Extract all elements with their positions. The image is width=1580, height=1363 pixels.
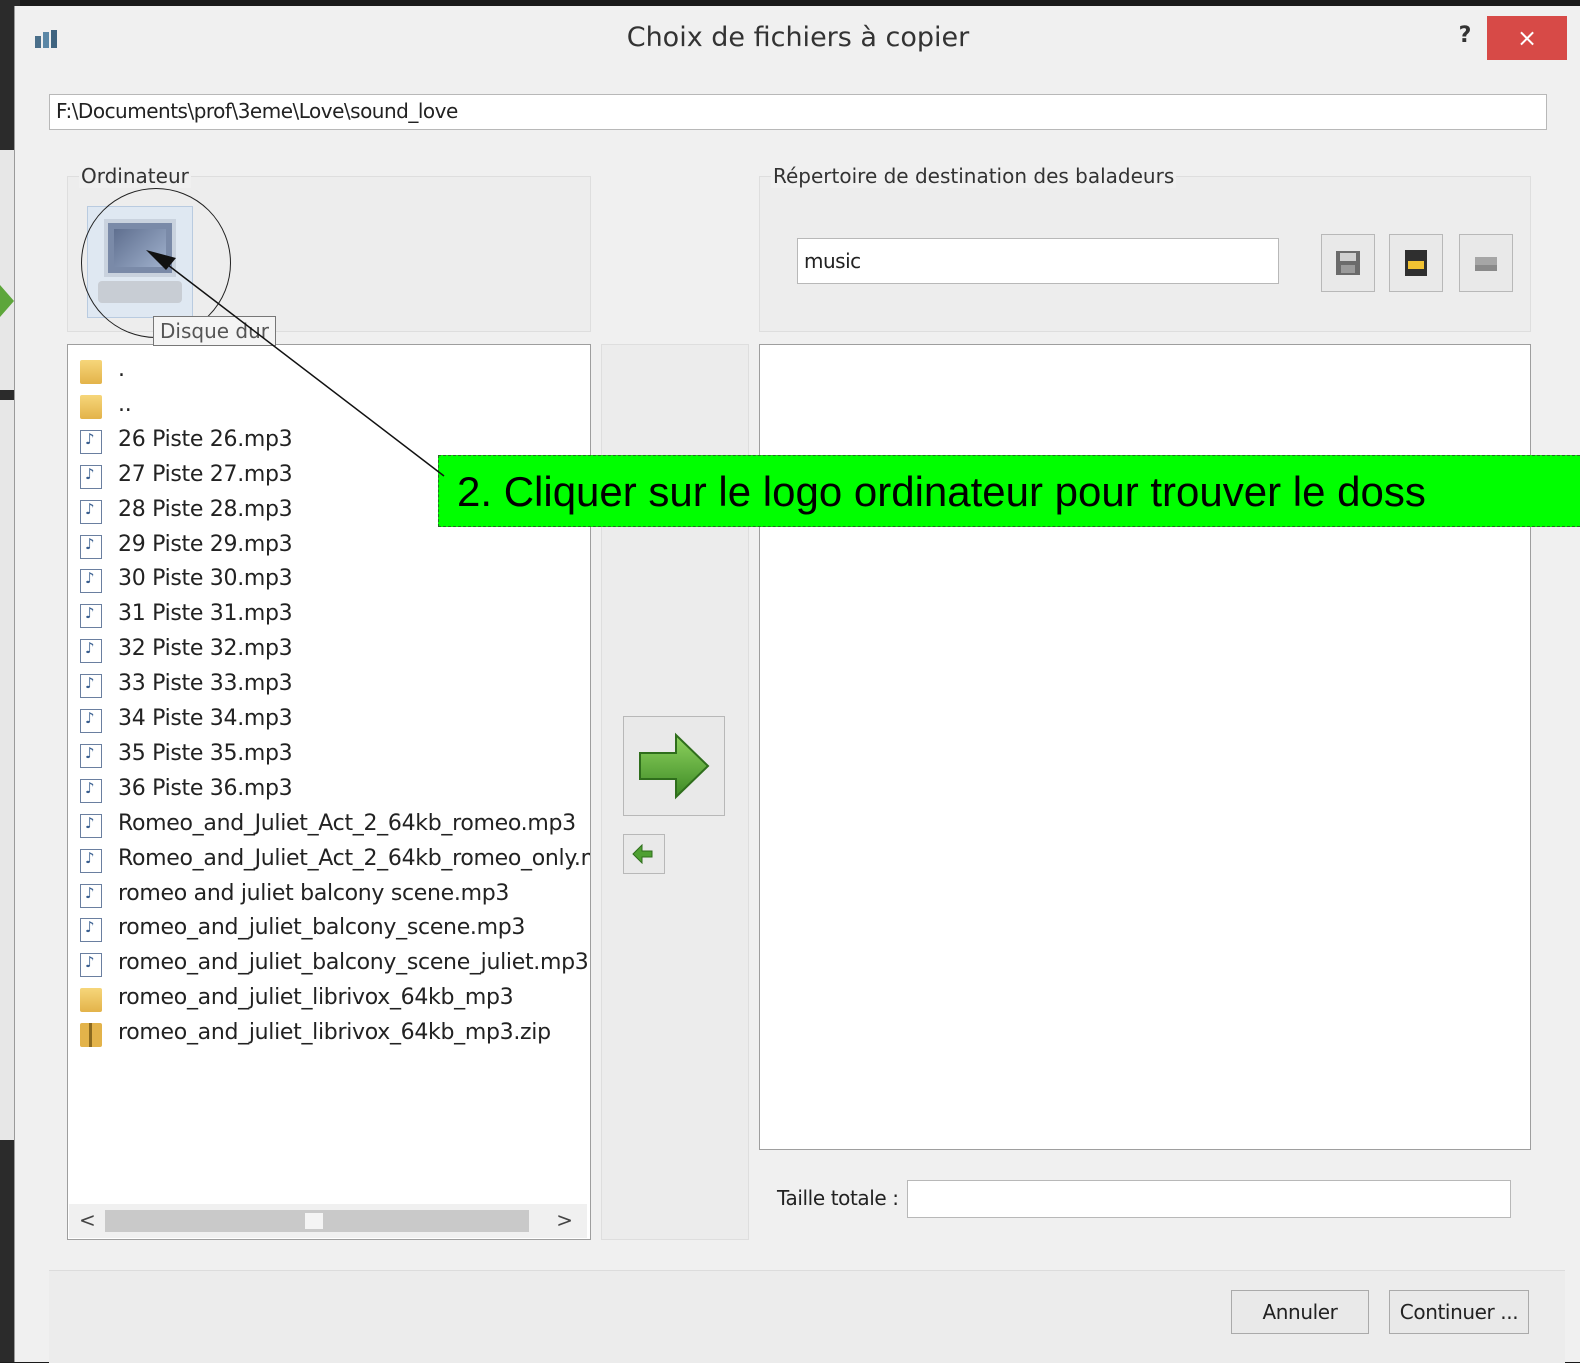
- help-button[interactable]: ?: [1447, 18, 1483, 54]
- audio-file-icon: [80, 674, 102, 699]
- sd-card-button[interactable]: [1389, 234, 1443, 292]
- file-list-item[interactable]: 26 Piste 26.mp3: [68, 425, 588, 459]
- file-name: Romeo_and_Juliet_Act_2_64kb_romeo_only.m: [118, 845, 591, 871]
- file-name: 33 Piste 33.mp3: [118, 671, 293, 697]
- file-list-item[interactable]: 33 Piste 33.mp3: [68, 669, 588, 703]
- file-list-item[interactable]: romeo and juliet balcony scene.mp3: [68, 879, 588, 913]
- file-name: ..: [118, 391, 132, 417]
- audio-file-icon: [80, 918, 102, 943]
- file-list-item[interactable]: 30 Piste 30.mp3: [68, 564, 588, 598]
- file-name: .: [118, 357, 125, 382]
- window-title: Choix de fichiers à copier: [626, 22, 970, 53]
- tooltip: Disque dur: [153, 316, 277, 346]
- file-name: romeo_and_juliet_balcony_scene_juliet.mp…: [118, 950, 589, 976]
- file-name: 27 Piste 27.mp3: [118, 461, 293, 487]
- audio-file-icon: [80, 604, 102, 629]
- title-bar: Choix de fichiers à copier ? ×: [15, 6, 1580, 70]
- close-button[interactable]: ×: [1487, 16, 1567, 60]
- total-size-label: Taille totale :: [777, 1186, 899, 1210]
- file-name: 34 Piste 34.mp3: [118, 706, 293, 731]
- audio-file-icon: [80, 813, 102, 838]
- file-name: 31 Piste 31.mp3: [118, 601, 293, 627]
- file-list-item[interactable]: 34 Piste 34.mp3: [68, 704, 588, 738]
- file-list-item[interactable]: 36 Piste 36.mp3: [68, 774, 588, 808]
- audio-file-icon: [80, 639, 102, 664]
- file-name: 35 Piste 35.mp3: [118, 740, 293, 766]
- copy-left-button[interactable]: [623, 834, 665, 874]
- background-window-panel: [0, 400, 14, 1140]
- audio-file-icon: [80, 953, 102, 978]
- destination-group-label: Répertoire de destination des baladeurs: [771, 164, 1177, 188]
- file-list-item[interactable]: 32 Piste 32.mp3: [68, 634, 588, 668]
- file-name: 28 Piste 28.mp3: [118, 496, 293, 522]
- file-list-item[interactable]: .: [68, 355, 588, 389]
- horizontal-scrollbar[interactable]: < >: [69, 1204, 587, 1238]
- total-size-field: [907, 1180, 1511, 1218]
- dialog-window: Choix de fichiers à copier ? × F:\Docume…: [14, 6, 1580, 1363]
- file-list-item[interactable]: romeo_and_juliet_balcony_scene_juliet.mp…: [68, 948, 589, 982]
- file-list-item[interactable]: romeo_and_juliet_librivox_64kb_mp3: [68, 983, 588, 1017]
- file-name: Romeo_and_Juliet_Act_2_64kb_romeo.mp3: [118, 810, 576, 836]
- file-list-item[interactable]: Romeo_and_Juliet_Act_2_64kb_romeo.mp3: [68, 809, 588, 843]
- audio-file-icon: [80, 464, 102, 489]
- continue-button[interactable]: Continuer ...: [1389, 1290, 1529, 1334]
- arrow-left-icon: [632, 844, 653, 864]
- file-list-item[interactable]: romeo_and_juliet_balcony_scene.mp3: [68, 913, 588, 947]
- audio-file-icon: [80, 743, 102, 768]
- file-list-item[interactable]: romeo_and_juliet_librivox_64kb_mp3.zip: [68, 1018, 588, 1052]
- save-button[interactable]: [1321, 234, 1375, 292]
- folder-icon: [80, 988, 102, 1013]
- green-arrow-icon: [0, 285, 14, 317]
- audio-file-icon: [80, 848, 102, 873]
- save-icon: [1336, 251, 1360, 275]
- cancel-button[interactable]: Annuler: [1231, 1290, 1369, 1334]
- file-name: romeo_and_juliet_balcony_scene.mp3: [118, 915, 526, 941]
- scroll-left-icon[interactable]: <: [79, 1208, 96, 1232]
- file-name: romeo_and_juliet_librivox_64kb_mp3.zip: [118, 1020, 551, 1046]
- scroll-thumb[interactable]: [305, 1213, 323, 1229]
- audio-file-icon: [80, 534, 102, 559]
- copy-right-button[interactable]: [623, 716, 725, 816]
- file-name: romeo and juliet balcony scene.mp3: [118, 880, 510, 906]
- audio-file-icon: [80, 883, 102, 908]
- file-name: 29 Piste 29.mp3: [118, 531, 293, 557]
- sd-card-icon: [1405, 250, 1427, 276]
- background-window-panel: [0, 150, 14, 390]
- folder-icon: [80, 394, 102, 419]
- file-list-item[interactable]: 31 Piste 31.mp3: [68, 599, 588, 633]
- file-name: 36 Piste 36.mp3: [118, 775, 293, 801]
- zip-folder-icon: [80, 1023, 102, 1048]
- destination-folder-input[interactable]: music: [797, 238, 1279, 284]
- file-name: 30 Piste 30.mp3: [118, 566, 293, 592]
- audio-file-icon: [80, 499, 102, 524]
- drive-icon: [1475, 257, 1497, 271]
- computer-group-label: Ordinateur: [79, 164, 191, 188]
- file-name: romeo_and_juliet_librivox_64kb_mp3: [118, 985, 514, 1011]
- file-list-item[interactable]: ..: [68, 390, 588, 424]
- file-name: 26 Piste 26.mp3: [118, 426, 293, 452]
- file-list-item[interactable]: 35 Piste 35.mp3: [68, 739, 588, 773]
- audio-file-icon: [80, 569, 102, 594]
- file-list-item[interactable]: 29 Piste 29.mp3: [68, 530, 588, 564]
- path-field[interactable]: F:\Documents\prof\3eme\Love\sound_love: [49, 94, 1547, 130]
- drive-button[interactable]: [1459, 234, 1513, 292]
- folder-icon: [80, 360, 102, 384]
- file-name: 32 Piste 32.mp3: [118, 636, 293, 662]
- file-list-item[interactable]: Romeo_and_Juliet_Act_2_64kb_romeo_only.m: [68, 844, 591, 878]
- arrow-right-icon: [639, 732, 710, 800]
- audio-file-icon: [80, 709, 102, 733]
- audio-file-icon: [80, 778, 102, 803]
- audio-file-icon: [80, 429, 102, 454]
- annotation-callout: 2. Cliquer sur le logo ordinateur pour t…: [438, 455, 1580, 527]
- scroll-right-icon[interactable]: >: [556, 1208, 573, 1232]
